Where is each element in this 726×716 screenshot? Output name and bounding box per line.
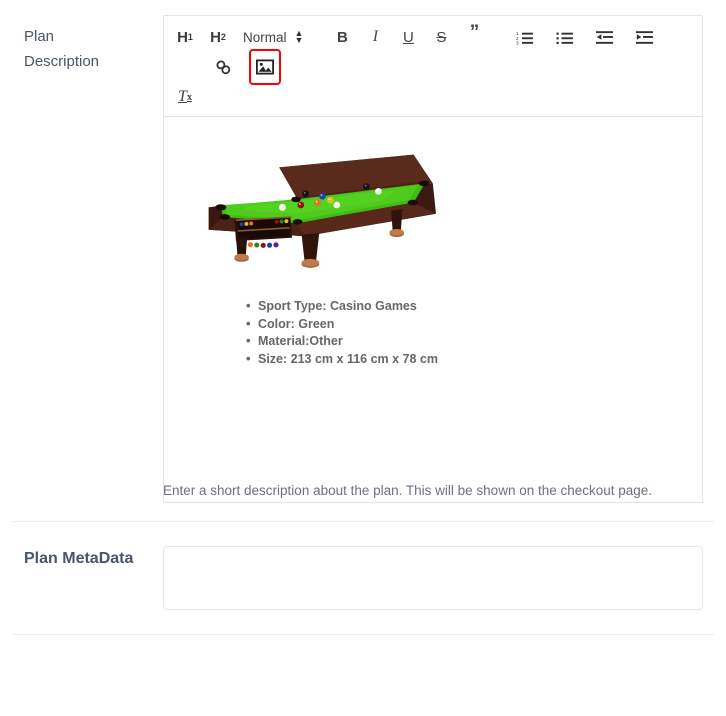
block-format-select[interactable]: Normal ▲ ▼	[243, 22, 303, 52]
ordered-list-button[interactable]: 1 2 3	[511, 22, 537, 52]
heading-1-button[interactable]: H1	[172, 22, 198, 52]
plan-description-label-line2: Description	[24, 53, 100, 70]
heading-2-button[interactable]: H2	[205, 22, 231, 52]
outdent-button[interactable]	[591, 22, 617, 52]
plan-metadata-input[interactable]	[163, 546, 703, 610]
plan-form-page: Plan Description H1 H2 Normal ▲ ▼ B I U …	[0, 0, 726, 716]
bold-button[interactable]: B	[329, 22, 355, 52]
editor-toolbar: H1 H2 Normal ▲ ▼ B I U S ” 1 2 3 T x	[164, 16, 702, 117]
svg-text:3: 3	[516, 40, 519, 45]
description-helper-text: Enter a short description about the plan…	[163, 483, 653, 498]
strikethrough-button[interactable]: S	[428, 22, 454, 52]
list-item: Size: 213 cm x 116 cm x 78 cm	[246, 350, 688, 369]
list-item: Color: Green	[246, 315, 688, 334]
chevron-updown-icon: ▲ ▼	[294, 28, 304, 45]
underline-button[interactable]: U	[395, 22, 421, 52]
italic-button[interactable]: I	[362, 22, 388, 52]
strikethrough-label: S	[436, 28, 447, 46]
link-icon[interactable]	[210, 52, 236, 82]
section-divider	[12, 521, 714, 522]
list-item: Material:Other	[246, 332, 688, 351]
heading-1-label: H	[177, 28, 188, 46]
image-icon[interactable]	[249, 49, 281, 85]
blockquote-button[interactable]: ”	[461, 22, 487, 52]
plan-description-label-line1: Plan	[24, 28, 55, 45]
heading-1-sub: 1	[187, 32, 193, 42]
section-divider	[12, 634, 714, 635]
form-actions: Submit Cancel	[0, 652, 726, 702]
rich-text-editor: H1 H2 Normal ▲ ▼ B I U S ” 1 2 3 T x • S…	[163, 15, 703, 503]
indent-button[interactable]	[631, 22, 657, 52]
pool-table-image	[178, 129, 688, 282]
clear-format-label: T	[178, 88, 187, 105]
bullet-list-button[interactable]	[551, 22, 577, 52]
description-bullet-list: Sport Type: Casino Games Color: Green Ma…	[178, 297, 688, 369]
blockquote-label: ”	[469, 22, 480, 43]
bold-label: B	[337, 28, 348, 46]
editor-content-area[interactable]: Sport Type: Casino Games Color: Green Ma…	[164, 117, 702, 502]
plan-description-label: Plan Description	[24, 24, 144, 74]
block-format-value: Normal	[243, 29, 287, 45]
plan-metadata-label: Plan MetaData	[24, 550, 134, 567]
underline-label: U	[403, 28, 414, 46]
heading-2-label: H	[210, 28, 221, 46]
clear-format-sub: x	[186, 91, 192, 103]
heading-2-sub: 2	[220, 32, 226, 42]
italic-label: I	[372, 28, 379, 45]
list-item: Sport Type: Casino Games	[246, 297, 688, 316]
clear-format-button[interactable]: Tx	[172, 82, 198, 112]
